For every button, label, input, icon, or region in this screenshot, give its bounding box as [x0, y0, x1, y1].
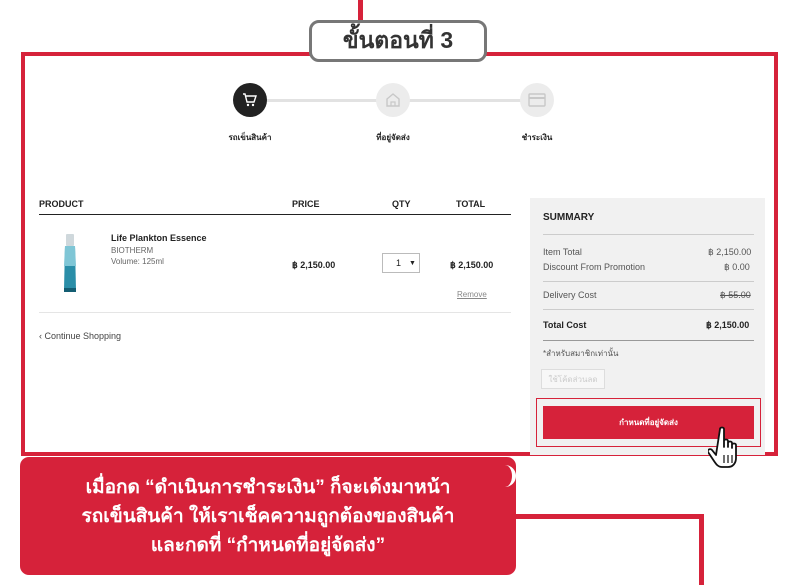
product-image[interactable]	[63, 234, 77, 292]
coupon-button-label: ใช้โค้ดส่วนลด	[548, 374, 598, 384]
connector-line-horizontal	[516, 514, 704, 519]
step-label-payment: ชำระเงิน	[521, 133, 553, 142]
product-total: ฿ 2,150.00	[450, 260, 494, 270]
coupon-button[interactable]: ใช้โค้ดส่วนลด	[541, 369, 605, 389]
qty-select[interactable]: 1 ▼	[382, 253, 420, 273]
item-total-label: Item Total	[543, 247, 582, 257]
callout-line-2: รถเข็นสินค้า ให้เราเช็คความถูกต้องของสิน…	[81, 505, 455, 527]
step-badge: ขั้นตอนที่ 3	[309, 20, 487, 62]
instruction-callout: เมื่อกด “ดำเนินการชำระเงิน” ก็จะเด้งมาหน…	[20, 457, 516, 575]
header-price: PRICE	[292, 199, 320, 209]
header-qty: QTY	[392, 199, 411, 209]
discount-value: ฿ 0.00	[724, 262, 750, 272]
chevron-down-icon: ▼	[409, 259, 416, 267]
total-cost-value: ฿ 2,150.00	[706, 320, 750, 330]
item-row-divider	[39, 312, 511, 313]
summary-divider-4	[543, 340, 754, 341]
delivery-label: Delivery Cost	[543, 290, 597, 300]
callout-text: เมื่อกด “ดำเนินการชำระเงิน” ก็จะเด้งมาหน…	[82, 473, 455, 560]
header-total: TOTAL	[456, 199, 486, 209]
total-cost-label: Total Cost	[543, 320, 587, 330]
product-name[interactable]: Life Plankton Essence	[111, 233, 207, 243]
progress-step-address[interactable]: ที่อยู่จัดส่ง	[338, 83, 448, 144]
callout-line-3: และกดที่ “กำหนดที่อยู่จัดส่ง”	[150, 534, 386, 556]
qty-value: 1	[396, 258, 402, 268]
card-icon	[520, 83, 554, 117]
continue-shopping-link[interactable]: ‹ Continue Shopping	[39, 331, 121, 341]
set-address-button-label: กำหนดที่อยู่จัดส่ง	[619, 418, 678, 427]
step-label-cart: รถเข็นสินค้า	[228, 133, 272, 142]
discount-label: Discount From Promotion	[543, 262, 646, 272]
table-header-divider	[39, 214, 511, 215]
item-total-value: ฿ 2,150.00	[708, 247, 752, 257]
connector-line-vertical	[699, 514, 704, 585]
product-brand: BIOTHERM	[111, 246, 154, 255]
header-product: PRODUCT	[39, 199, 84, 209]
summary-title: SUMMARY	[543, 212, 595, 223]
summary-divider-2	[543, 281, 754, 282]
delivery-value: ฿ 55.00	[720, 290, 751, 300]
home-icon	[376, 83, 410, 117]
product-volume: Volume: 125ml	[111, 257, 164, 266]
member-note: *สำหรับสมาชิกเท่านั้น	[543, 349, 619, 358]
summary-divider-1	[543, 234, 754, 235]
summary-divider-3	[543, 309, 754, 310]
callout-bracket-decoration	[502, 465, 516, 487]
step-label-address: ที่อยู่จัดส่ง	[376, 133, 410, 142]
progress-step-payment[interactable]: ชำระเงิน	[482, 83, 592, 144]
product-price: ฿ 2,150.00	[292, 260, 336, 270]
callout-line-1: เมื่อกด “ดำเนินการชำระเงิน” ก็จะเด้งมาหน…	[85, 476, 451, 498]
hand-pointer-icon	[706, 425, 748, 473]
progress-step-cart[interactable]: รถเข็นสินค้า	[195, 83, 305, 144]
continue-shopping-label: Continue Shopping	[44, 331, 122, 341]
remove-link[interactable]: Remove	[457, 290, 487, 299]
cart-icon	[233, 83, 267, 117]
